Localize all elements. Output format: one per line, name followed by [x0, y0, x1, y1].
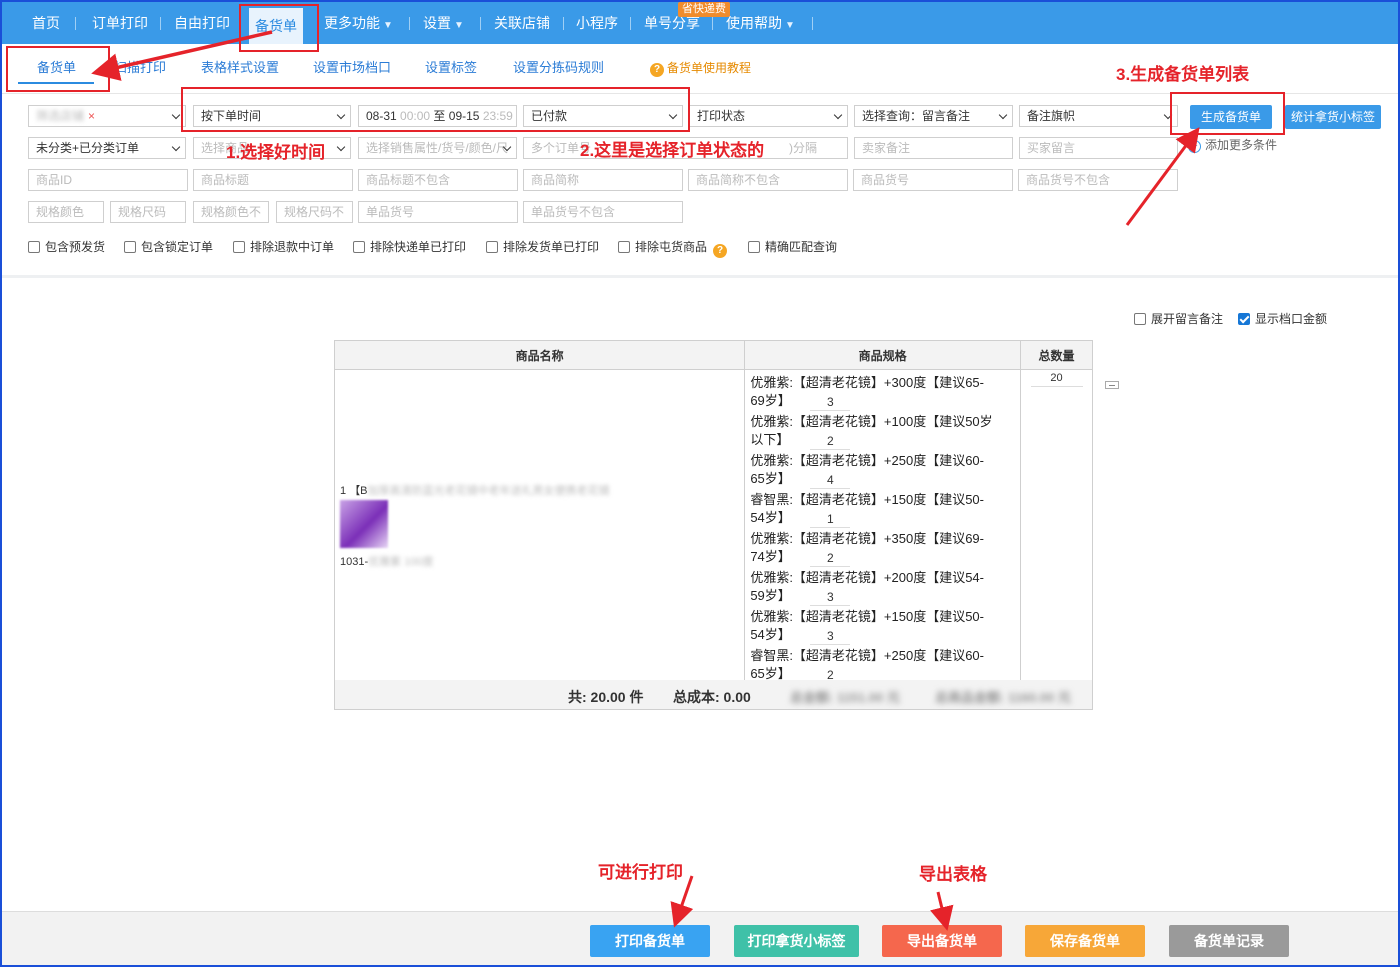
- arrow-to-tab: [91, 30, 273, 81]
- annotation-arrows: [91, 30, 1200, 931]
- arrow-to-print: [670, 875, 694, 928]
- arrow-to-generate: [1125, 127, 1200, 226]
- arrow-to-export: [930, 891, 954, 931]
